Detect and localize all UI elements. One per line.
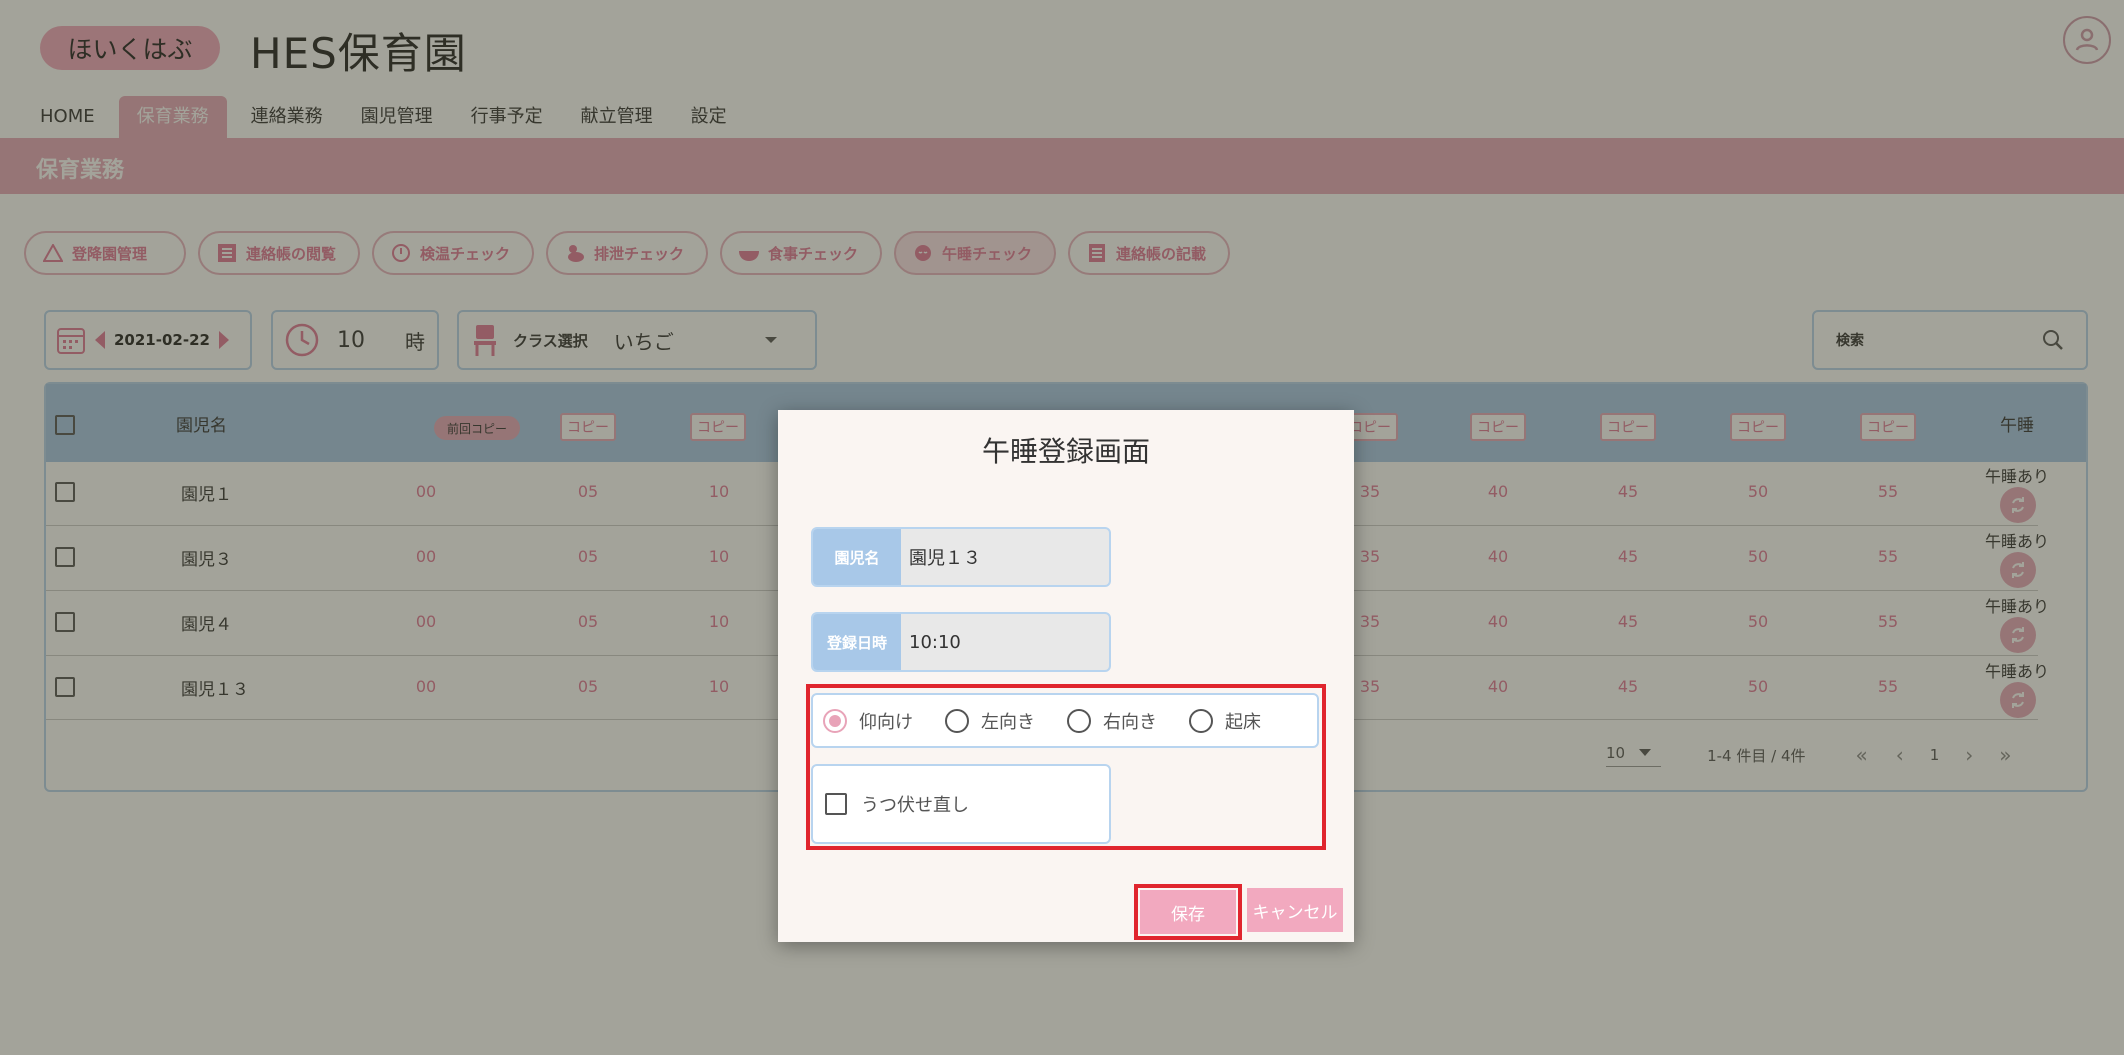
child-name-label: 園児名: [813, 529, 901, 585]
rolled-over-label: うつ伏せ直し: [861, 795, 969, 816]
dialog-title: 午睡登録画面: [981, 435, 1150, 468]
radio-right[interactable]: 右向き: [1067, 708, 1157, 734]
save-button[interactable]: 保存: [1140, 890, 1236, 934]
rolled-over-option[interactable]: うつ伏せ直し: [811, 764, 1111, 844]
datetime-field: 登録日時 10:10: [811, 612, 1111, 672]
cancel-button[interactable]: キャンセル: [1247, 888, 1343, 932]
rolled-over-checkbox[interactable]: [825, 793, 847, 815]
child-name-value: 園児１３: [909, 548, 981, 569]
child-name-field: 園児名 園児１３: [811, 527, 1111, 587]
sleep-position-group: 仰向け 左向き 右向き 起床: [811, 693, 1319, 748]
radio-dot: [1067, 708, 1091, 733]
radio-wake-up[interactable]: 起床: [1189, 708, 1261, 734]
radio-dot: [823, 708, 847, 733]
datetime-value: 10:10: [909, 631, 961, 653]
radio-dot: [945, 708, 969, 733]
radio-left[interactable]: 左向き: [945, 708, 1035, 734]
radio-face-up[interactable]: 仰向け: [823, 708, 913, 734]
datetime-label: 登録日時: [813, 614, 901, 670]
nap-registration-dialog: 午睡登録画面 園児名 園児１３ 登録日時 10:10 仰向け 左向き 右向き 起…: [778, 410, 1354, 942]
radio-dot: [1189, 708, 1213, 733]
